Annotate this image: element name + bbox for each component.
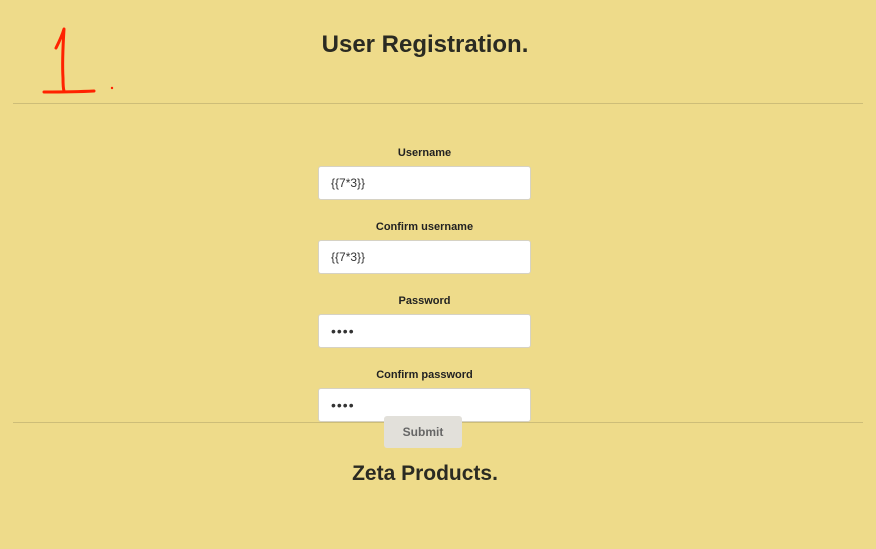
username-field-group: Username xyxy=(318,146,531,200)
confirm-password-label: Confirm password xyxy=(376,369,473,381)
submit-button[interactable]: Submit xyxy=(384,416,462,448)
footer-brand-title: Zeta Products. xyxy=(352,462,498,485)
confirm-username-label: Confirm username xyxy=(375,221,474,233)
password-input[interactable] xyxy=(318,314,531,348)
header-divider xyxy=(13,103,863,104)
page-title: User Registration. xyxy=(321,31,529,58)
confirm-username-input[interactable] xyxy=(318,240,531,274)
confirm-password-field-group: Confirm password xyxy=(318,368,531,422)
confirm-username-field-group: Confirm username xyxy=(318,220,531,274)
password-field-group: Password xyxy=(318,294,531,348)
password-label: Password xyxy=(398,295,451,307)
registration-form: Username Confirm username Password Confi… xyxy=(318,146,531,422)
username-label: Username xyxy=(397,147,452,159)
username-input[interactable] xyxy=(318,166,531,200)
